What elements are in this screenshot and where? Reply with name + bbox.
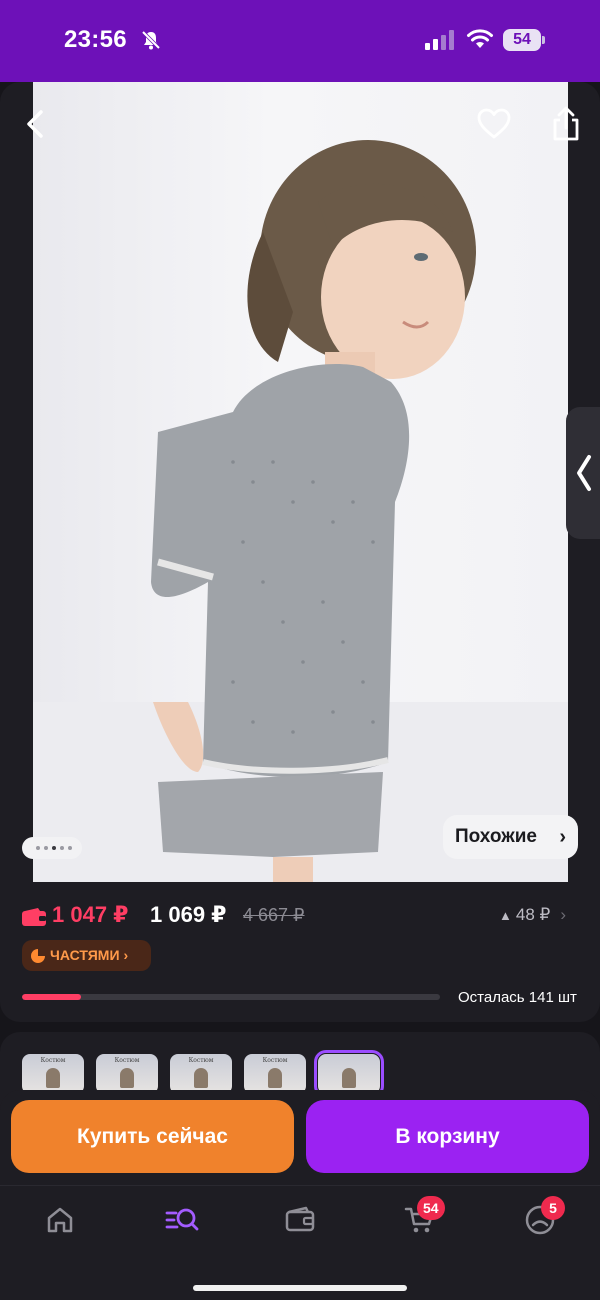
installments-badge[interactable]: ЧАСТЯМИ › [22,940,151,971]
pagination-dot [36,846,40,850]
thumbnail-caption: Костюм [114,1057,140,1064]
buy-now-button[interactable]: Купить сейчас [11,1100,294,1173]
heart-icon[interactable] [474,104,514,144]
thumbnail[interactable]: Костюм [22,1054,84,1094]
similar-button[interactable]: Похожие › [443,815,578,859]
share-icon[interactable] [546,104,586,144]
wifi-icon [467,29,493,48]
wallet-icon [285,1206,315,1232]
price-row: 1 047 ₽ 1 069 ₽ 4 667 ₽ ▲ 48 ₽ › [22,902,578,932]
cart-count-badge: 54 [417,1196,445,1220]
wallet-card-icon [22,908,46,926]
signal-icon [425,30,454,50]
back-icon[interactable] [15,104,55,144]
stock-progress-bar [22,994,440,1000]
chevron-left-icon [577,455,591,491]
side-panel-handle[interactable] [566,407,600,539]
thumbnail-caption: Костюм [188,1057,214,1064]
profile-notification-badge: 5 [541,1196,565,1220]
chevron-right-icon: › [123,947,129,963]
battery-icon: 54 [503,29,545,51]
home-icon [47,1207,73,1233]
thumbnail-figure [120,1068,134,1088]
price-change-value: 48 ₽ [515,905,551,924]
thumbnail[interactable] [314,1050,384,1098]
tab-wallet[interactable] [280,1200,320,1240]
thumbnail[interactable]: Костюм [244,1054,306,1094]
thumbnail[interactable]: Костюм [170,1054,232,1094]
stock-progress-fill [22,994,81,1000]
thumbnail-caption: Костюм [262,1057,288,1064]
status-time: 23:56 [64,26,127,53]
product-card: Похожие › 1 047 ₽ 1 069 ₽ 4 667 ₽ ▲ 48 ₽ ›… [0,82,600,1022]
installments-icon [31,949,45,963]
status-bar: 23:56 54 [0,0,600,82]
price-change[interactable]: ▲ 48 ₽ › [499,905,566,925]
add-to-cart-button[interactable]: В корзину [306,1100,589,1173]
price: 1 069 ₽ [150,902,227,927]
thumbnail-figure [46,1068,60,1088]
catalog-search-icon [165,1208,199,1231]
thumbnail-figure [268,1068,282,1088]
chevron-right-icon: › [560,905,566,924]
product-photo[interactable] [33,82,568,882]
pagination-dot [60,846,64,850]
tab-bar: 54 5 [0,1185,600,1300]
action-bar: Купить сейчас В корзину [0,1090,600,1185]
pagination-dot [44,846,48,850]
thumbnail[interactable]: Костюм [96,1054,158,1094]
chevron-right-icon: › [559,826,566,848]
bell-muted-icon [141,30,161,50]
battery-level: 54 [503,29,541,51]
card-price: 1 047 ₽ [52,902,129,927]
old-price: 4 667 ₽ [243,905,305,925]
pagination-dot [52,846,56,850]
installments-label: ЧАСТЯМИ [50,947,120,963]
stock-label: Осталась 141 шт [458,989,577,1006]
image-pagination [22,837,82,859]
product-photo-illustration [33,140,568,882]
thumbnail-figure [194,1068,208,1088]
triangle-up-icon: ▲ [499,908,512,923]
pagination-dot [68,846,72,850]
thumbnail-caption: Костюм [40,1057,66,1064]
tab-home[interactable] [40,1200,80,1240]
similar-label: Похожие [455,826,537,847]
thumbnail-figure [342,1068,356,1088]
tab-catalog[interactable] [160,1200,200,1240]
home-indicator [193,1285,407,1291]
